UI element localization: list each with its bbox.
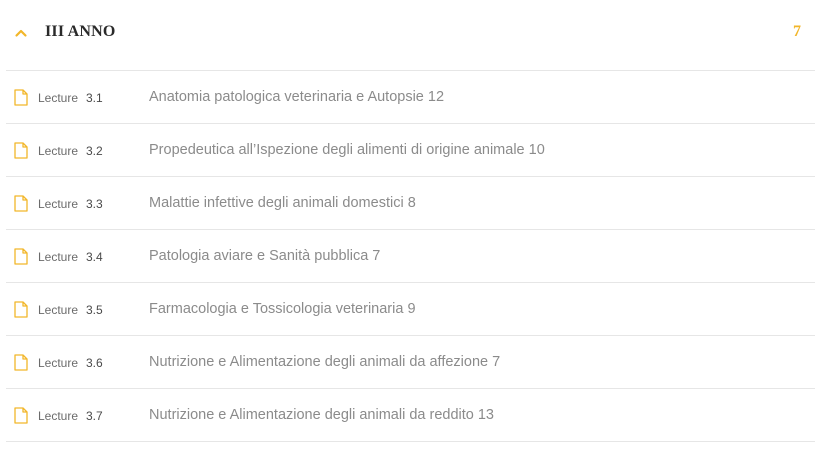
file-icon (14, 248, 28, 265)
file-icon (14, 142, 28, 159)
lesson-row[interactable]: Lecture 3.6 Nutrizione e Alimentazione d… (6, 336, 815, 389)
lecture-number: 3.5 (86, 303, 103, 317)
lesson-title-link[interactable]: Patologia aviare e Sanità pubblica 7 (149, 246, 380, 266)
section-title: III ANNO (45, 23, 116, 40)
lecture-number: 3.7 (86, 409, 103, 423)
lecture-label: Lecture (38, 250, 79, 264)
file-icon (14, 354, 28, 371)
lecture-label: Lecture (38, 197, 79, 211)
file-icon (14, 301, 28, 318)
lecture-label: Lecture (38, 303, 79, 317)
curriculum-section: III ANNO 7 Lecture 3.1 Anatomia patologi… (6, 0, 815, 442)
section-lesson-count: 7 (793, 23, 801, 40)
lesson-title-link[interactable]: Malattie infettive degli animali domesti… (149, 193, 416, 213)
lesson-row[interactable]: Lecture 3.4 Patologia aviare e Sanità pu… (6, 230, 815, 283)
lecture-label: Lecture (38, 91, 79, 105)
lecture-label: Lecture (38, 356, 79, 370)
lesson-title-link[interactable]: Nutrizione e Alimentazione degli animali… (149, 352, 500, 372)
lesson-row[interactable]: Lecture 3.7 Nutrizione e Alimentazione d… (6, 389, 815, 442)
lecture-number: 3.6 (86, 356, 103, 370)
lesson-title-link[interactable]: Nutrizione e Alimentazione degli animali… (149, 405, 494, 425)
section-header[interactable]: III ANNO 7 (6, 0, 815, 71)
lesson-title-link[interactable]: Anatomia patologica veterinaria e Autops… (149, 87, 444, 107)
lecture-label: Lecture (38, 409, 79, 423)
lecture-number: 3.2 (86, 144, 103, 158)
lecture-number: 3.3 (86, 197, 103, 211)
lecture-label: Lecture (38, 144, 79, 158)
chevron-up-icon[interactable] (14, 26, 28, 40)
lesson-row[interactable]: Lecture 3.5 Farmacologia e Tossicologia … (6, 283, 815, 336)
lesson-row[interactable]: Lecture 3.2 Propedeutica all’Ispezione d… (6, 124, 815, 177)
lesson-title-link[interactable]: Propedeutica all’Ispezione degli aliment… (149, 140, 545, 160)
file-icon (14, 407, 28, 424)
lecture-number: 3.4 (86, 250, 103, 264)
lesson-row[interactable]: Lecture 3.3 Malattie infettive degli ani… (6, 177, 815, 230)
lesson-row[interactable]: Lecture 3.1 Anatomia patologica veterina… (6, 71, 815, 124)
file-icon (14, 89, 28, 106)
lecture-number: 3.1 (86, 91, 103, 105)
file-icon (14, 195, 28, 212)
lesson-title-link[interactable]: Farmacologia e Tossicologia veterinaria … (149, 299, 416, 319)
